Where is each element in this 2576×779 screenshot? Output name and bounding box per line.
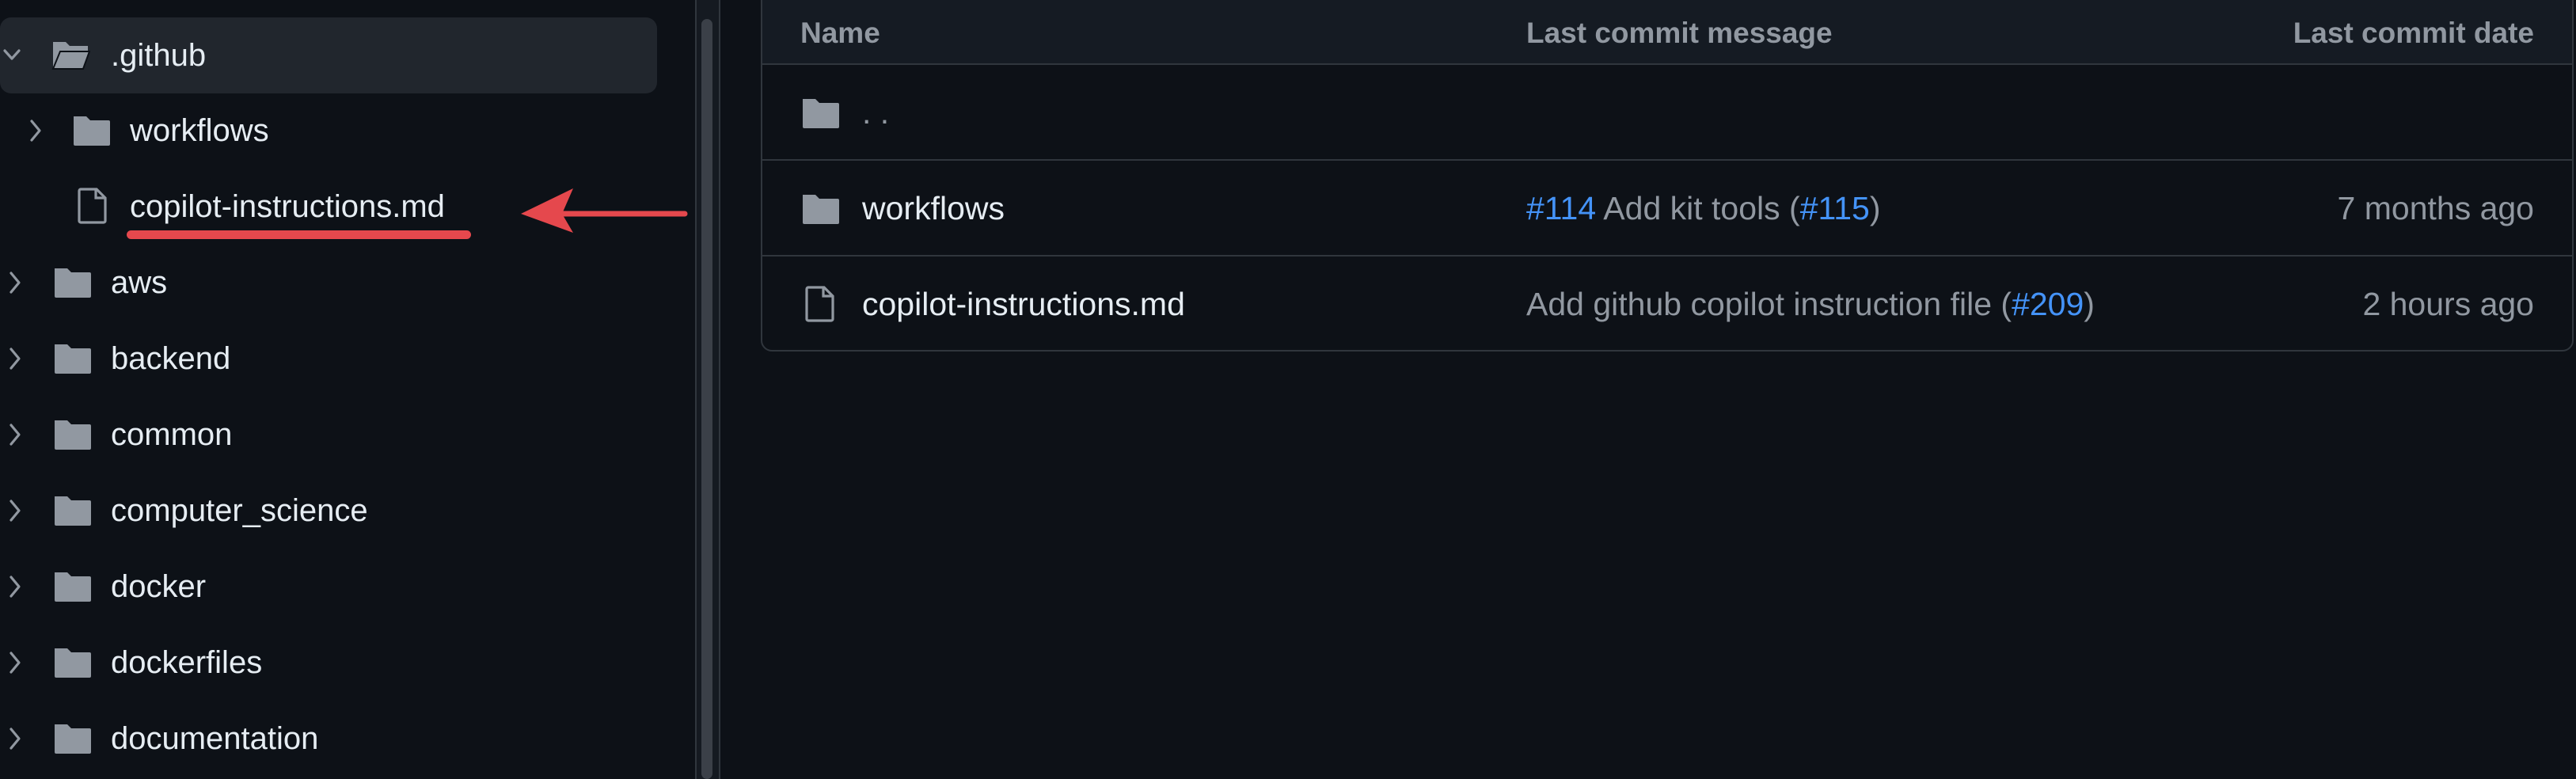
annotation-underline [127, 230, 471, 239]
file-icon [78, 188, 107, 224]
chevron-right-icon[interactable] [27, 118, 44, 143]
commit-message: #114 Add kit tools (#115) [1526, 161, 1881, 256]
tree-item-label: documentation [111, 721, 319, 756]
folder-icon [74, 116, 110, 146]
pr-link[interactable]: #209 [2012, 286, 2084, 322]
tree-item-workflows[interactable]: workflows [0, 93, 657, 169]
commit-message-text[interactable]: Add kit tools ( [1596, 190, 1799, 226]
annotation-arrow-icon [521, 188, 688, 233]
tree-item-label: workflows [130, 113, 269, 148]
chevron-right-icon[interactable] [6, 650, 24, 675]
tree-item-backend[interactable]: backend [0, 321, 657, 397]
chevron-down-icon[interactable] [3, 43, 21, 68]
parent-directory-link[interactable]: . . [862, 65, 889, 160]
column-header-name: Name [800, 17, 880, 49]
chevron-right-icon[interactable] [6, 498, 24, 523]
tree-item-label: dockerfiles [111, 645, 263, 680]
tree-item-label: .github [111, 38, 207, 73]
tree-item-docker[interactable]: docker [0, 549, 657, 625]
chevron-right-icon[interactable] [6, 270, 24, 295]
folder-icon [55, 344, 91, 374]
tree-item-label: docker [111, 569, 207, 604]
scrollbar-thumb[interactable] [701, 19, 712, 779]
chevron-right-icon[interactable] [6, 574, 24, 599]
tree-item-label: aws [111, 265, 168, 300]
tree-item-github[interactable]: .github [0, 17, 657, 93]
commit-date: 2 hours ago [2362, 286, 2534, 322]
tree-item-aws[interactable]: aws [0, 245, 657, 321]
tree-item-label: computer_science [111, 493, 368, 528]
tree-item-documentation[interactable]: documentation [0, 701, 657, 777]
table-row-parent-directory[interactable]: . . [762, 65, 2572, 161]
commit-message: Add github copilot instruction file (#20… [1526, 256, 2095, 350]
file-name-link[interactable]: copilot-instructions.md [862, 256, 1185, 350]
pane-divider[interactable] [719, 0, 720, 779]
commit-message-close: ) [2084, 286, 2095, 322]
tree-item-label: common [111, 417, 233, 452]
pr-link[interactable]: #114 [1526, 190, 1596, 226]
file-icon [805, 286, 834, 322]
folder-icon [803, 99, 839, 128]
file-table: Name Last commit message Last commit dat… [761, 0, 2574, 352]
tree-item-common[interactable]: common [0, 397, 657, 473]
tree-item-computer-science[interactable]: computer_science [0, 473, 657, 549]
folder-icon [55, 572, 91, 602]
folder-icon [55, 724, 91, 754]
commit-date: 7 months ago [2337, 190, 2534, 226]
column-header-date: Last commit date [2293, 17, 2534, 49]
folder-icon [55, 648, 91, 678]
file-name-link[interactable]: workflows [862, 161, 1005, 256]
chevron-right-icon[interactable] [6, 726, 24, 751]
pr-link[interactable]: #115 [1800, 190, 1870, 226]
table-row[interactable]: workflows #114 Add kit tools (#115) 7 mo… [762, 161, 2572, 256]
table-header: Name Last commit message Last commit dat… [762, 0, 2572, 65]
chevron-right-icon[interactable] [6, 346, 24, 371]
folder-icon [803, 195, 839, 224]
commit-message-close: ) [1869, 190, 1881, 226]
folder-icon [55, 268, 91, 298]
tree-item-dockerfiles[interactable]: dockerfiles [0, 625, 657, 701]
file-tree-sidebar: .github workflows copilot-instructions.m… [0, 0, 697, 779]
chevron-right-icon[interactable] [6, 422, 24, 447]
folder-icon [55, 496, 91, 526]
column-header-message: Last commit message [1526, 17, 1833, 49]
commit-message-text[interactable]: Add github copilot instruction file ( [1526, 286, 2012, 322]
table-row[interactable]: copilot-instructions.md Add github copil… [762, 256, 2572, 350]
tree-item-label: backend [111, 341, 231, 376]
folder-open-icon [51, 42, 90, 70]
folder-icon [55, 420, 91, 450]
